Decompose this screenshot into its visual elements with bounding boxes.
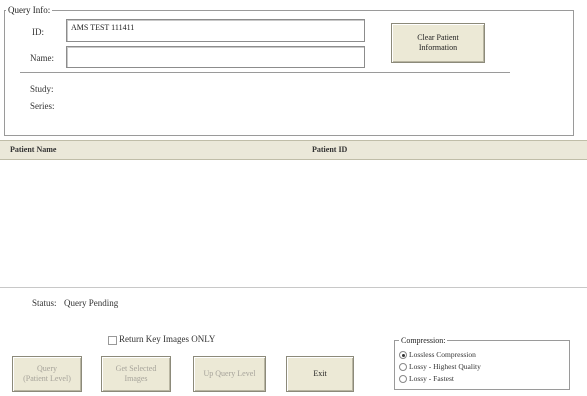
- query-info-separator: [20, 72, 510, 74]
- clear-button-line1: Clear Patient: [417, 33, 459, 42]
- up-query-level-button[interactable]: Up Query Level: [193, 356, 266, 392]
- return-key-images-label: Return Key Images ONLY: [119, 334, 216, 344]
- option-lossless-compression: Lossless Compression: [409, 350, 476, 359]
- get-selected-images-button[interactable]: Get Selected Images: [101, 356, 171, 392]
- exit-button[interactable]: Exit: [286, 356, 354, 392]
- return-key-images-checkbox[interactable]: [108, 336, 117, 345]
- clear-patient-info-button[interactable]: Clear Patient Information: [391, 23, 485, 63]
- results-table-header: Patient Name Patient ID: [0, 140, 587, 160]
- results-table-body[interactable]: [0, 160, 587, 288]
- option-lossy-highest-quality: Lossy - Highest Quality: [409, 362, 481, 371]
- status-value: Query Pending: [64, 298, 119, 308]
- query-info-legend: Query Info:: [6, 5, 53, 15]
- radio-lossy-fastest[interactable]: [399, 375, 407, 383]
- series-label: Series:: [30, 101, 55, 111]
- radio-lossy-highest-quality[interactable]: [399, 363, 407, 371]
- column-header-patient-name[interactable]: Patient Name: [10, 145, 56, 154]
- query-button-line2: (Patient Level): [23, 374, 71, 383]
- get-selected-line2: Images: [124, 374, 148, 383]
- study-label: Study:: [30, 84, 54, 94]
- option-lossy-fastest: Lossy - Fastest: [409, 374, 454, 383]
- patient-name-field[interactable]: [66, 46, 365, 68]
- query-patient-level-button[interactable]: Query (Patient Level): [12, 356, 82, 392]
- radio-lossless-compression[interactable]: [399, 351, 407, 359]
- clear-button-line2: Information: [418, 43, 458, 52]
- query-button-line1: Query: [36, 364, 57, 373]
- name-label: Name:: [30, 53, 54, 63]
- get-selected-line1: Get Selected: [115, 364, 157, 373]
- id-label: ID:: [32, 27, 44, 37]
- patient-id-field[interactable]: AMS TEST 111411: [66, 19, 365, 42]
- compression-legend: Compression:: [399, 336, 448, 345]
- column-header-patient-id[interactable]: Patient ID: [312, 145, 347, 154]
- status-label: Status:: [32, 298, 57, 308]
